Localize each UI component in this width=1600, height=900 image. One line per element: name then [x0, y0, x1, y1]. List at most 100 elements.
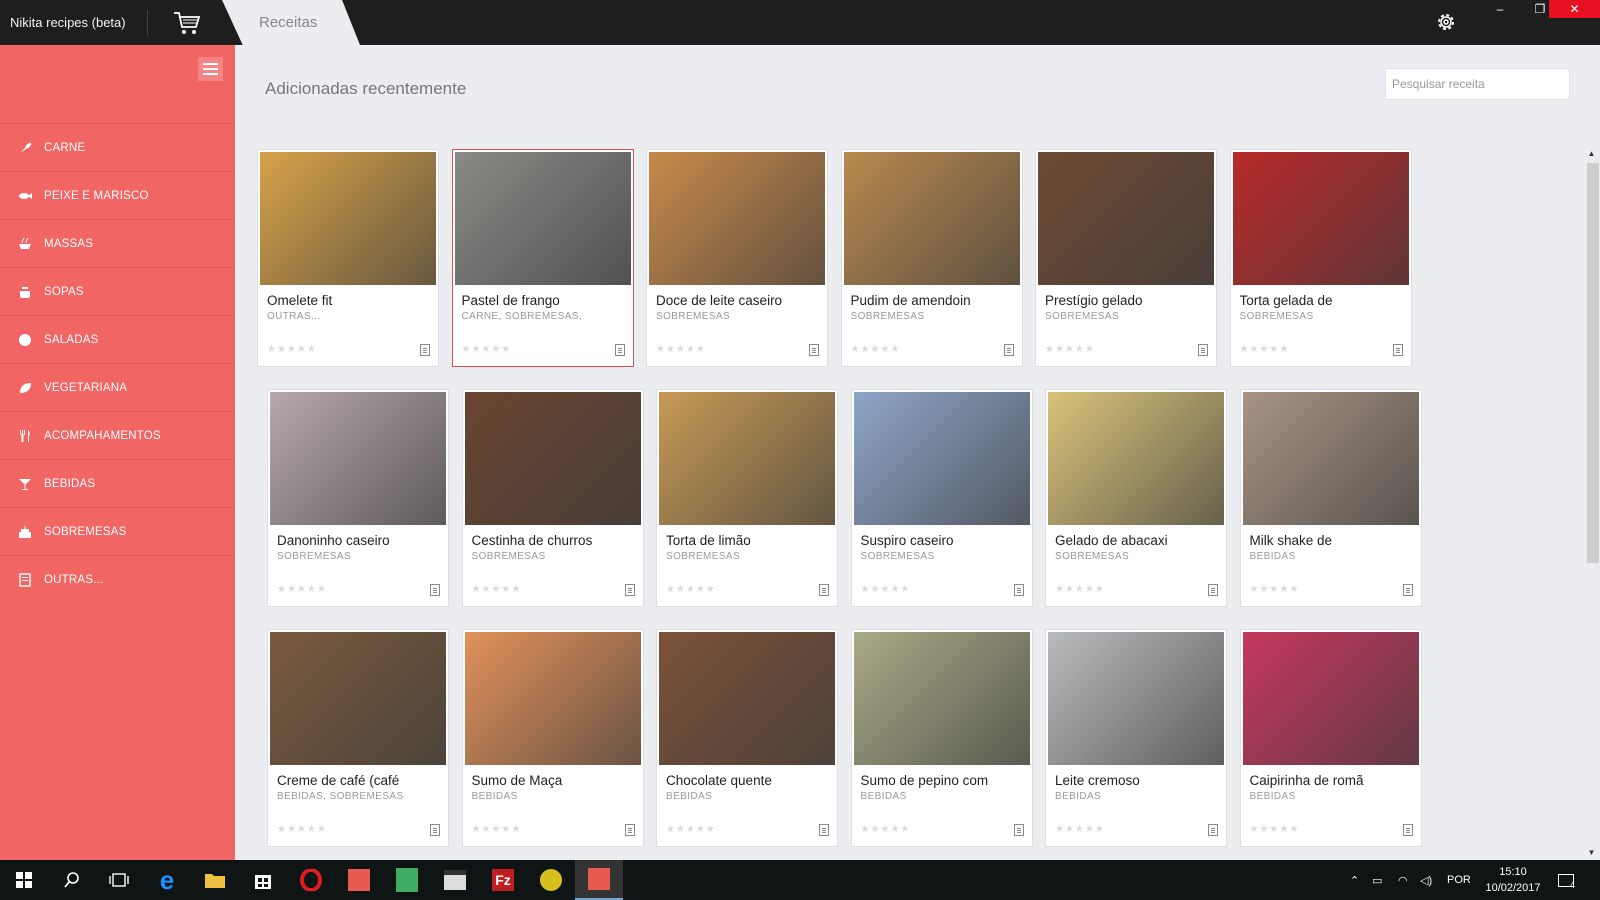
rating-stars[interactable]: ★★★★★ — [1250, 824, 1300, 835]
recipe-card[interactable]: Doce de leite caseiro SOBREMESAS ★★★★★ — [646, 149, 828, 367]
document-icon[interactable] — [420, 344, 430, 356]
document-icon[interactable] — [1402, 584, 1413, 596]
recipe-photo[interactable] — [454, 152, 631, 285]
recipe-photo[interactable] — [464, 392, 641, 525]
recipe-photo[interactable] — [260, 152, 436, 285]
clock[interactable]: 15:10 10/02/2017 — [1478, 864, 1548, 896]
rating-stars[interactable]: ★★★★★ — [267, 344, 317, 355]
recipe-card[interactable]: Pudim de amendoin SOBREMESAS ★★★★★ — [840, 149, 1023, 367]
recipe-photo[interactable] — [649, 152, 825, 285]
gear-icon[interactable] — [1434, 10, 1458, 34]
hamburger-menu-icon[interactable] — [198, 57, 223, 81]
language-indicator[interactable]: POR — [1447, 860, 1471, 900]
app-icon[interactable] — [335, 860, 383, 900]
document-icon[interactable] — [1208, 824, 1218, 836]
rating-stars[interactable]: ★★★★★ — [472, 824, 522, 835]
windows-start-icon[interactable] — [0, 860, 48, 900]
volume-icon[interactable]: ◁) — [1420, 860, 1432, 900]
recipe-name[interactable]: Torta gelada de — [1240, 293, 1400, 308]
recipe-name[interactable]: Chocolate quente — [666, 773, 826, 788]
sidebar-item-sopas[interactable]: SOPAS — [0, 267, 235, 315]
file-explorer-icon[interactable] — [191, 860, 239, 900]
recipe-name[interactable]: Milk shake de — [1250, 533, 1410, 548]
recipe-name[interactable]: Omelete fit — [267, 293, 427, 308]
document-icon[interactable] — [614, 344, 625, 356]
rating-stars[interactable]: ★★★★★ — [1240, 344, 1290, 355]
recipe-card[interactable]: Leite cremoso BEBIDAS ★★★★★ — [1045, 629, 1227, 847]
document-icon[interactable] — [430, 824, 440, 836]
opera-icon[interactable] — [287, 860, 335, 900]
sidebar-item-bebidas[interactable]: BEBIDAS — [0, 459, 235, 507]
recipe-name[interactable]: Leite cremoso — [1055, 773, 1215, 788]
document-icon[interactable] — [1013, 824, 1024, 836]
rating-stars[interactable]: ★★★★★ — [666, 584, 716, 595]
scroll-up-icon[interactable]: ▲ — [1583, 147, 1600, 161]
recipe-photo[interactable] — [1242, 632, 1419, 765]
recipe-name[interactable]: Pastel de frango — [462, 293, 622, 308]
recipe-name[interactable]: Pudim de amendoin — [851, 293, 1011, 308]
document-icon[interactable] — [819, 824, 829, 836]
rating-stars[interactable]: ★★★★★ — [472, 584, 522, 595]
recipe-photo[interactable] — [1232, 152, 1409, 285]
notifications-icon[interactable]: 4 — [1558, 860, 1575, 900]
recipe-name[interactable]: Prestígio gelado — [1045, 293, 1205, 308]
edge-icon[interactable]: e — [143, 860, 191, 900]
recipe-name[interactable]: Danoninho caseiro — [277, 533, 437, 548]
sidebar-item-vegetariana[interactable]: VEGETARIANA — [0, 363, 235, 411]
recipe-card[interactable]: Prestígio gelado SOBREMESAS ★★★★★ — [1035, 149, 1217, 367]
recipe-card[interactable]: Torta de limão SOBREMESAS ★★★★★ — [656, 389, 838, 607]
minimize-button[interactable]: – — [1480, 0, 1520, 18]
clapper-icon[interactable] — [431, 860, 479, 900]
recipe-photo[interactable] — [843, 152, 1020, 285]
sidebar-item-acompahamentos[interactable]: ACOMPAHAMENTOS — [0, 411, 235, 459]
rating-stars[interactable]: ★★★★★ — [666, 824, 716, 835]
recipe-photo[interactable] — [853, 632, 1030, 765]
document-icon[interactable] — [1013, 584, 1024, 596]
close-button[interactable]: ✕ — [1549, 0, 1600, 18]
search-input[interactable] — [1385, 68, 1570, 100]
document-icon[interactable] — [819, 584, 829, 596]
document-icon[interactable] — [624, 824, 635, 836]
sidebar-item-massas[interactable]: MASSAS — [0, 219, 235, 267]
sidebar-item-sobremesas[interactable]: SOBREMESAS — [0, 507, 235, 555]
rating-stars[interactable]: ★★★★★ — [1055, 824, 1105, 835]
task-view-icon[interactable] — [95, 860, 143, 900]
sidebar-item-carne[interactable]: CARNE — [0, 123, 235, 171]
document-icon[interactable] — [1208, 584, 1218, 596]
recipe-photo[interactable] — [464, 632, 641, 765]
document-icon[interactable] — [809, 344, 819, 356]
recipe-card[interactable]: Creme de café (café BEBIDAS, SOBREMESAS ★★… — [267, 629, 449, 847]
battery-icon[interactable]: ▭ — [1372, 860, 1382, 900]
document-icon[interactable] — [1003, 344, 1014, 356]
recipe-name[interactable]: Suspiro caseiro — [861, 533, 1021, 548]
recipe-photo[interactable] — [270, 632, 446, 765]
app-icon[interactable] — [527, 860, 575, 900]
recipe-card[interactable]: Chocolate quente BEBIDAS ★★★★★ — [656, 629, 838, 847]
rating-stars[interactable]: ★★★★★ — [656, 344, 706, 355]
rating-stars[interactable]: ★★★★★ — [1045, 344, 1095, 355]
search-icon[interactable] — [48, 860, 96, 900]
recipe-photo[interactable] — [1048, 392, 1224, 525]
recipe-card[interactable]: Gelado de abacaxi SOBREMESAS ★★★★★ — [1045, 389, 1227, 607]
document-icon[interactable] — [1198, 344, 1208, 356]
recipe-name[interactable]: Torta de limão — [666, 533, 826, 548]
wifi-icon[interactable]: ◠ — [1398, 860, 1408, 900]
document-icon[interactable] — [430, 584, 440, 596]
rating-stars[interactable]: ★★★★★ — [851, 344, 901, 355]
nikita-recipes-icon[interactable] — [575, 860, 623, 900]
rating-stars[interactable]: ★★★★★ — [277, 824, 327, 835]
document-icon[interactable] — [1402, 824, 1413, 836]
recipe-name[interactable]: Gelado de abacaxi — [1055, 533, 1215, 548]
document-icon[interactable] — [1392, 344, 1403, 356]
sidebar-item-saladas[interactable]: SALADAS — [0, 315, 235, 363]
document-icon[interactable] — [624, 584, 635, 596]
recipe-photo[interactable] — [659, 392, 835, 525]
recipe-photo[interactable] — [1242, 392, 1419, 525]
recipe-name[interactable]: Sumo de Maça — [472, 773, 632, 788]
recycle-icon[interactable] — [383, 860, 431, 900]
recipe-photo[interactable] — [853, 392, 1030, 525]
store-icon[interactable] — [239, 860, 287, 900]
recipe-name[interactable]: Creme de café (café — [277, 773, 437, 788]
filezilla-icon[interactable]: Fz — [479, 860, 527, 900]
cart-icon[interactable] — [172, 9, 202, 37]
